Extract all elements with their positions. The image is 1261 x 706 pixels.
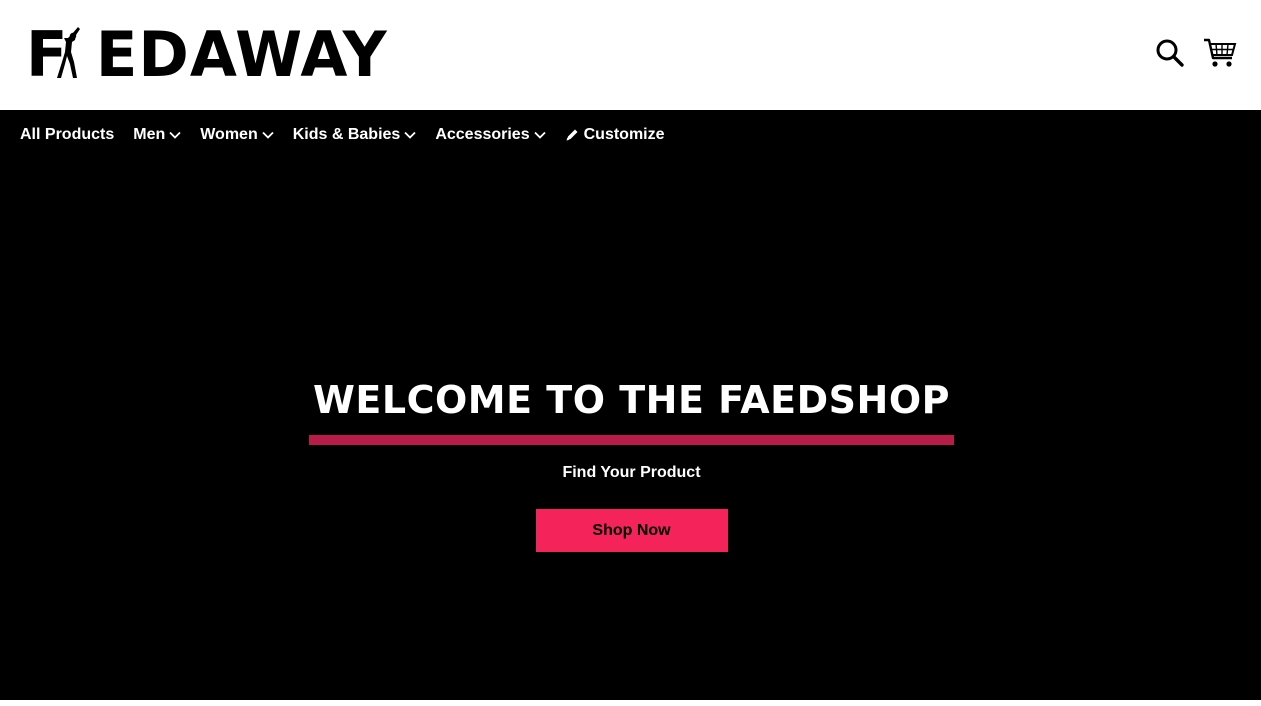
nav-item-accessories[interactable]: Accessories: [435, 126, 546, 144]
nav-item-women[interactable]: Women: [200, 126, 274, 144]
chevron-down-icon: [533, 131, 546, 139]
nav-item-label: Men: [133, 126, 166, 143]
nav-item-all-products[interactable]: All Products: [20, 126, 114, 144]
shop-now-button[interactable]: Shop Now: [535, 509, 728, 552]
site-header: F EDAWAY: [0, 0, 1261, 110]
nav-item-label: Accessories: [435, 126, 530, 143]
hero-subtitle: Find Your Product: [562, 464, 701, 481]
search-icon: [1156, 39, 1184, 67]
cart-button[interactable]: [1203, 36, 1237, 70]
nav-item-label: Women: [200, 126, 258, 143]
nav-item-label: Customize: [583, 126, 665, 143]
nav-item-men[interactable]: Men: [133, 126, 181, 144]
hero-content: WELCOME TO THE FAEDSHOP Find Your Produc…: [309, 378, 954, 552]
pencil-icon: [565, 128, 579, 142]
chevron-down-icon: [169, 131, 181, 139]
chevron-down-icon: [404, 131, 416, 139]
hero-accent-bar: [309, 435, 954, 445]
nav-item-customize[interactable]: Customize: [565, 126, 665, 144]
nav-item-kids-babies[interactable]: Kids & Babies: [293, 126, 417, 144]
brand-logo[interactable]: F EDAWAY: [26, 24, 387, 86]
cart-icon: [1204, 38, 1237, 67]
chevron-down-icon: [262, 131, 274, 139]
header-actions: [1153, 36, 1237, 70]
page-bottom-strip: [0, 700, 1261, 706]
main-nav: All Products Men Women Kids & Babies Acc…: [20, 124, 684, 146]
logo-silhouette-icon: [57, 27, 80, 78]
nav-item-label: All Products: [20, 126, 115, 143]
nav-item-label: Kids & Babies: [292, 126, 401, 143]
hero-section: All Products Men Women Kids & Babies Acc…: [0, 110, 1261, 700]
search-button[interactable]: [1153, 36, 1187, 70]
hero-title: WELCOME TO THE FAEDSHOP: [313, 378, 950, 422]
